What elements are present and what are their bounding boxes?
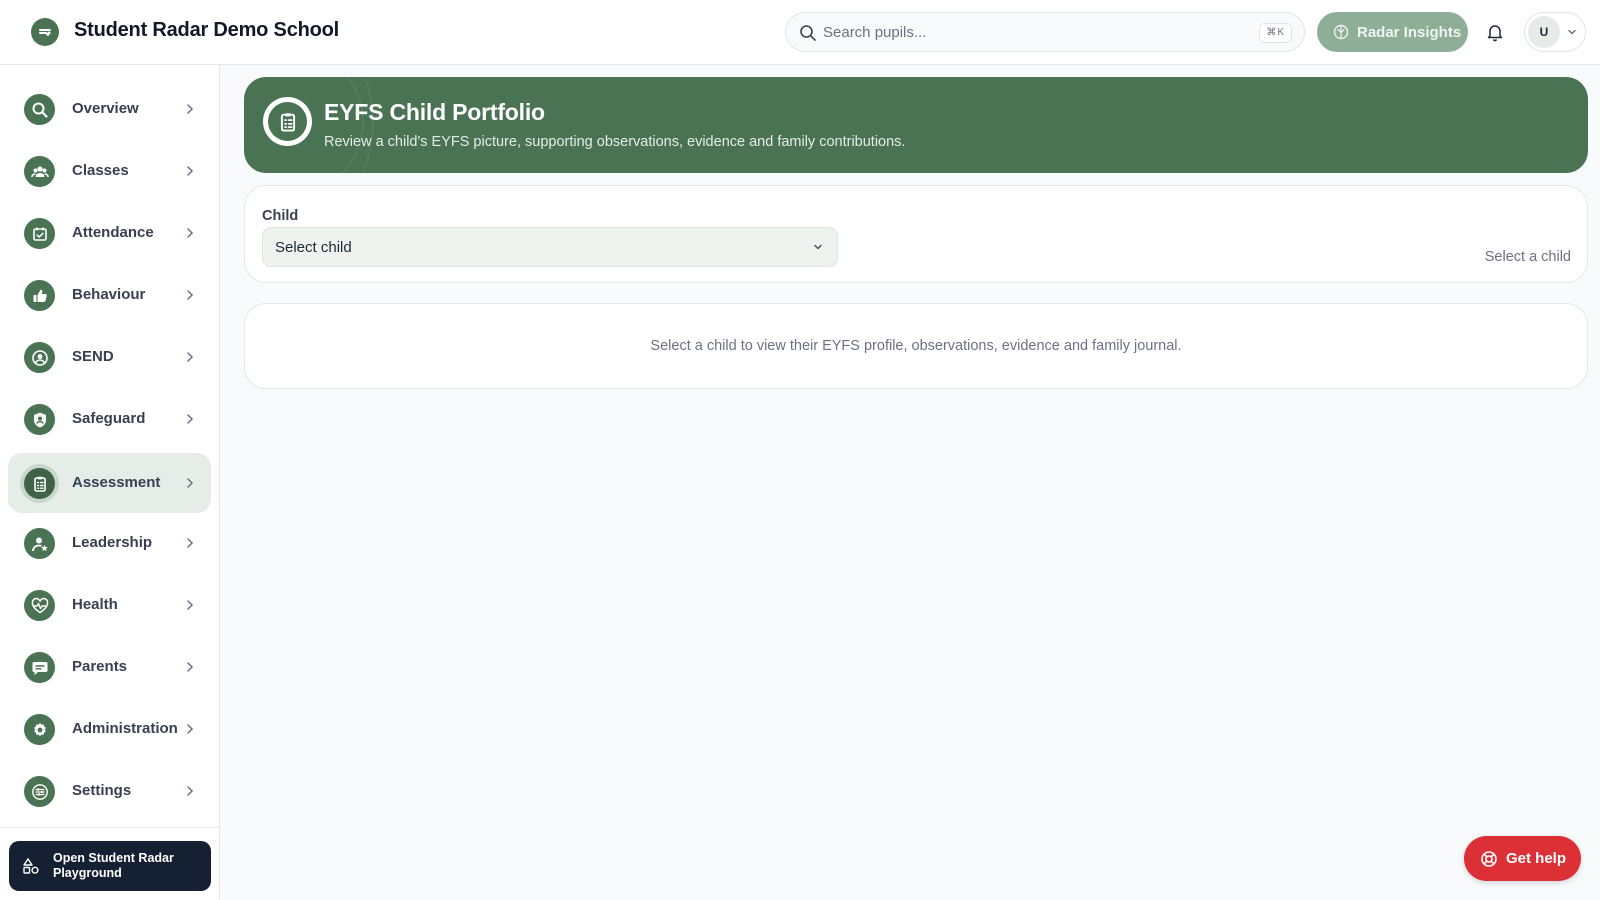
search-shortcut-badge: ⌘K	[1259, 23, 1292, 43]
sidebar-item-label: Health	[72, 596, 118, 613]
chevron-right-icon	[187, 290, 194, 300]
open-playground-label: Open Student Radar Playground	[53, 851, 174, 880]
chevron-down-icon	[814, 244, 822, 250]
sidebar-item-label: Parents	[72, 658, 128, 675]
radar-insights-label: Radar Insights	[1357, 23, 1462, 41]
chevron-right-icon	[187, 786, 194, 796]
sidebar-item-label: Leadership	[72, 534, 153, 551]
get-help-label: Get help	[1506, 850, 1567, 867]
sidebar-item-label: Assessment	[72, 474, 161, 491]
sidebar: Overview Classes Attendance Behaviour SE…	[0, 65, 220, 900]
chevron-right-icon	[187, 478, 194, 488]
chevron-right-icon	[187, 352, 194, 362]
school-name: Student Radar Demo School	[74, 19, 340, 41]
sidebar-item-behaviour[interactable]: Behaviour	[8, 265, 211, 325]
bell-icon[interactable]	[1485, 22, 1505, 42]
sliders-icon	[24, 776, 55, 807]
lifebuoy-icon	[1481, 850, 1497, 867]
sidebar-item-settings[interactable]: Settings	[8, 761, 211, 821]
child-selection-status: Select a child	[1484, 249, 1571, 265]
radar-insights-button[interactable]: Radar Insights	[1317, 12, 1468, 52]
child-picker-card: Child Select child Select a child	[244, 185, 1588, 283]
shapes-icon	[23, 858, 39, 874]
sidebar-item-parents[interactable]: Parents	[8, 637, 211, 697]
top-bar: Student Radar Demo School Search pupils.…	[0, 0, 1600, 65]
sidebar-item-label: Attendance	[72, 224, 154, 241]
shield-user-icon	[24, 404, 55, 435]
sidebar-item-health[interactable]: Health	[8, 575, 211, 635]
chevron-right-icon	[187, 228, 194, 238]
chevron-right-icon	[187, 538, 194, 548]
chevron-right-icon	[187, 724, 194, 734]
sidebar-item-classes[interactable]: Classes	[8, 141, 211, 201]
sidebar-item-overview[interactable]: Overview	[8, 79, 211, 139]
sidebar-item-administration[interactable]: Administration	[8, 699, 211, 759]
search-placeholder: Search pupils...	[823, 24, 927, 41]
child-select-value: Select child	[275, 239, 352, 256]
gear-icon	[24, 714, 55, 745]
chevron-down-icon	[1568, 29, 1576, 35]
sidebar-item-label: Administration	[72, 720, 178, 737]
chevron-right-icon	[187, 104, 194, 114]
sidebar-item-label: Overview	[72, 100, 139, 117]
sidebar-item-label: Classes	[72, 162, 129, 179]
get-help-button[interactable]: Get help	[1464, 836, 1581, 881]
user-star-icon	[24, 528, 55, 559]
chevron-right-icon	[187, 600, 194, 610]
child-field-label: Child	[262, 208, 299, 224]
heart-pulse-icon	[24, 590, 55, 621]
sidebar-item-label: SEND	[72, 348, 114, 365]
sidebar-item-assessment[interactable]: Assessment	[8, 453, 211, 513]
avatar: U	[1528, 16, 1560, 48]
sidebar-item-safeguard[interactable]: Safeguard	[8, 389, 211, 449]
sidebar-item-label: Settings	[72, 782, 132, 799]
page-title: EYFS Child Portfolio	[324, 99, 545, 125]
thumbs-up-icon	[24, 280, 55, 311]
brain-icon	[1333, 24, 1349, 40]
search-icon	[24, 94, 55, 125]
open-playground-button[interactable]: Open Student Radar Playground	[9, 841, 211, 891]
search-input[interactable]: Search pupils... ⌘K	[785, 12, 1305, 52]
sidebar-item-label: Safeguard	[72, 410, 146, 427]
sidebar-item-send[interactable]: SEND	[8, 327, 211, 387]
empty-state-message: Select a child to view their EYFS profil…	[650, 338, 1182, 354]
search-icon	[800, 25, 816, 41]
page-subtitle: Review a child's EYFS picture, supportin…	[324, 134, 906, 150]
clipboard-icon	[24, 468, 55, 499]
sidebar-divider	[0, 827, 219, 828]
people-icon	[24, 156, 55, 187]
page-header-banner: EYFS Child Portfolio Review a child's EY…	[244, 77, 1588, 173]
calendar-check-icon	[24, 218, 55, 249]
message-icon	[24, 652, 55, 683]
sidebar-item-attendance[interactable]: Attendance	[8, 203, 211, 263]
clipboard-icon	[263, 97, 312, 146]
radar-logo-icon[interactable]	[31, 18, 59, 46]
chevron-right-icon	[187, 414, 194, 424]
chevron-right-icon	[187, 166, 194, 176]
user-menu-button[interactable]: U	[1524, 12, 1586, 52]
sidebar-item-label: Behaviour	[72, 286, 146, 303]
user-circle-icon	[24, 342, 55, 373]
empty-state-card: Select a child to view their EYFS profil…	[244, 303, 1588, 389]
child-select[interactable]: Select child	[262, 227, 838, 267]
sidebar-item-leadership[interactable]: Leadership	[8, 513, 211, 573]
chevron-right-icon	[187, 662, 194, 672]
